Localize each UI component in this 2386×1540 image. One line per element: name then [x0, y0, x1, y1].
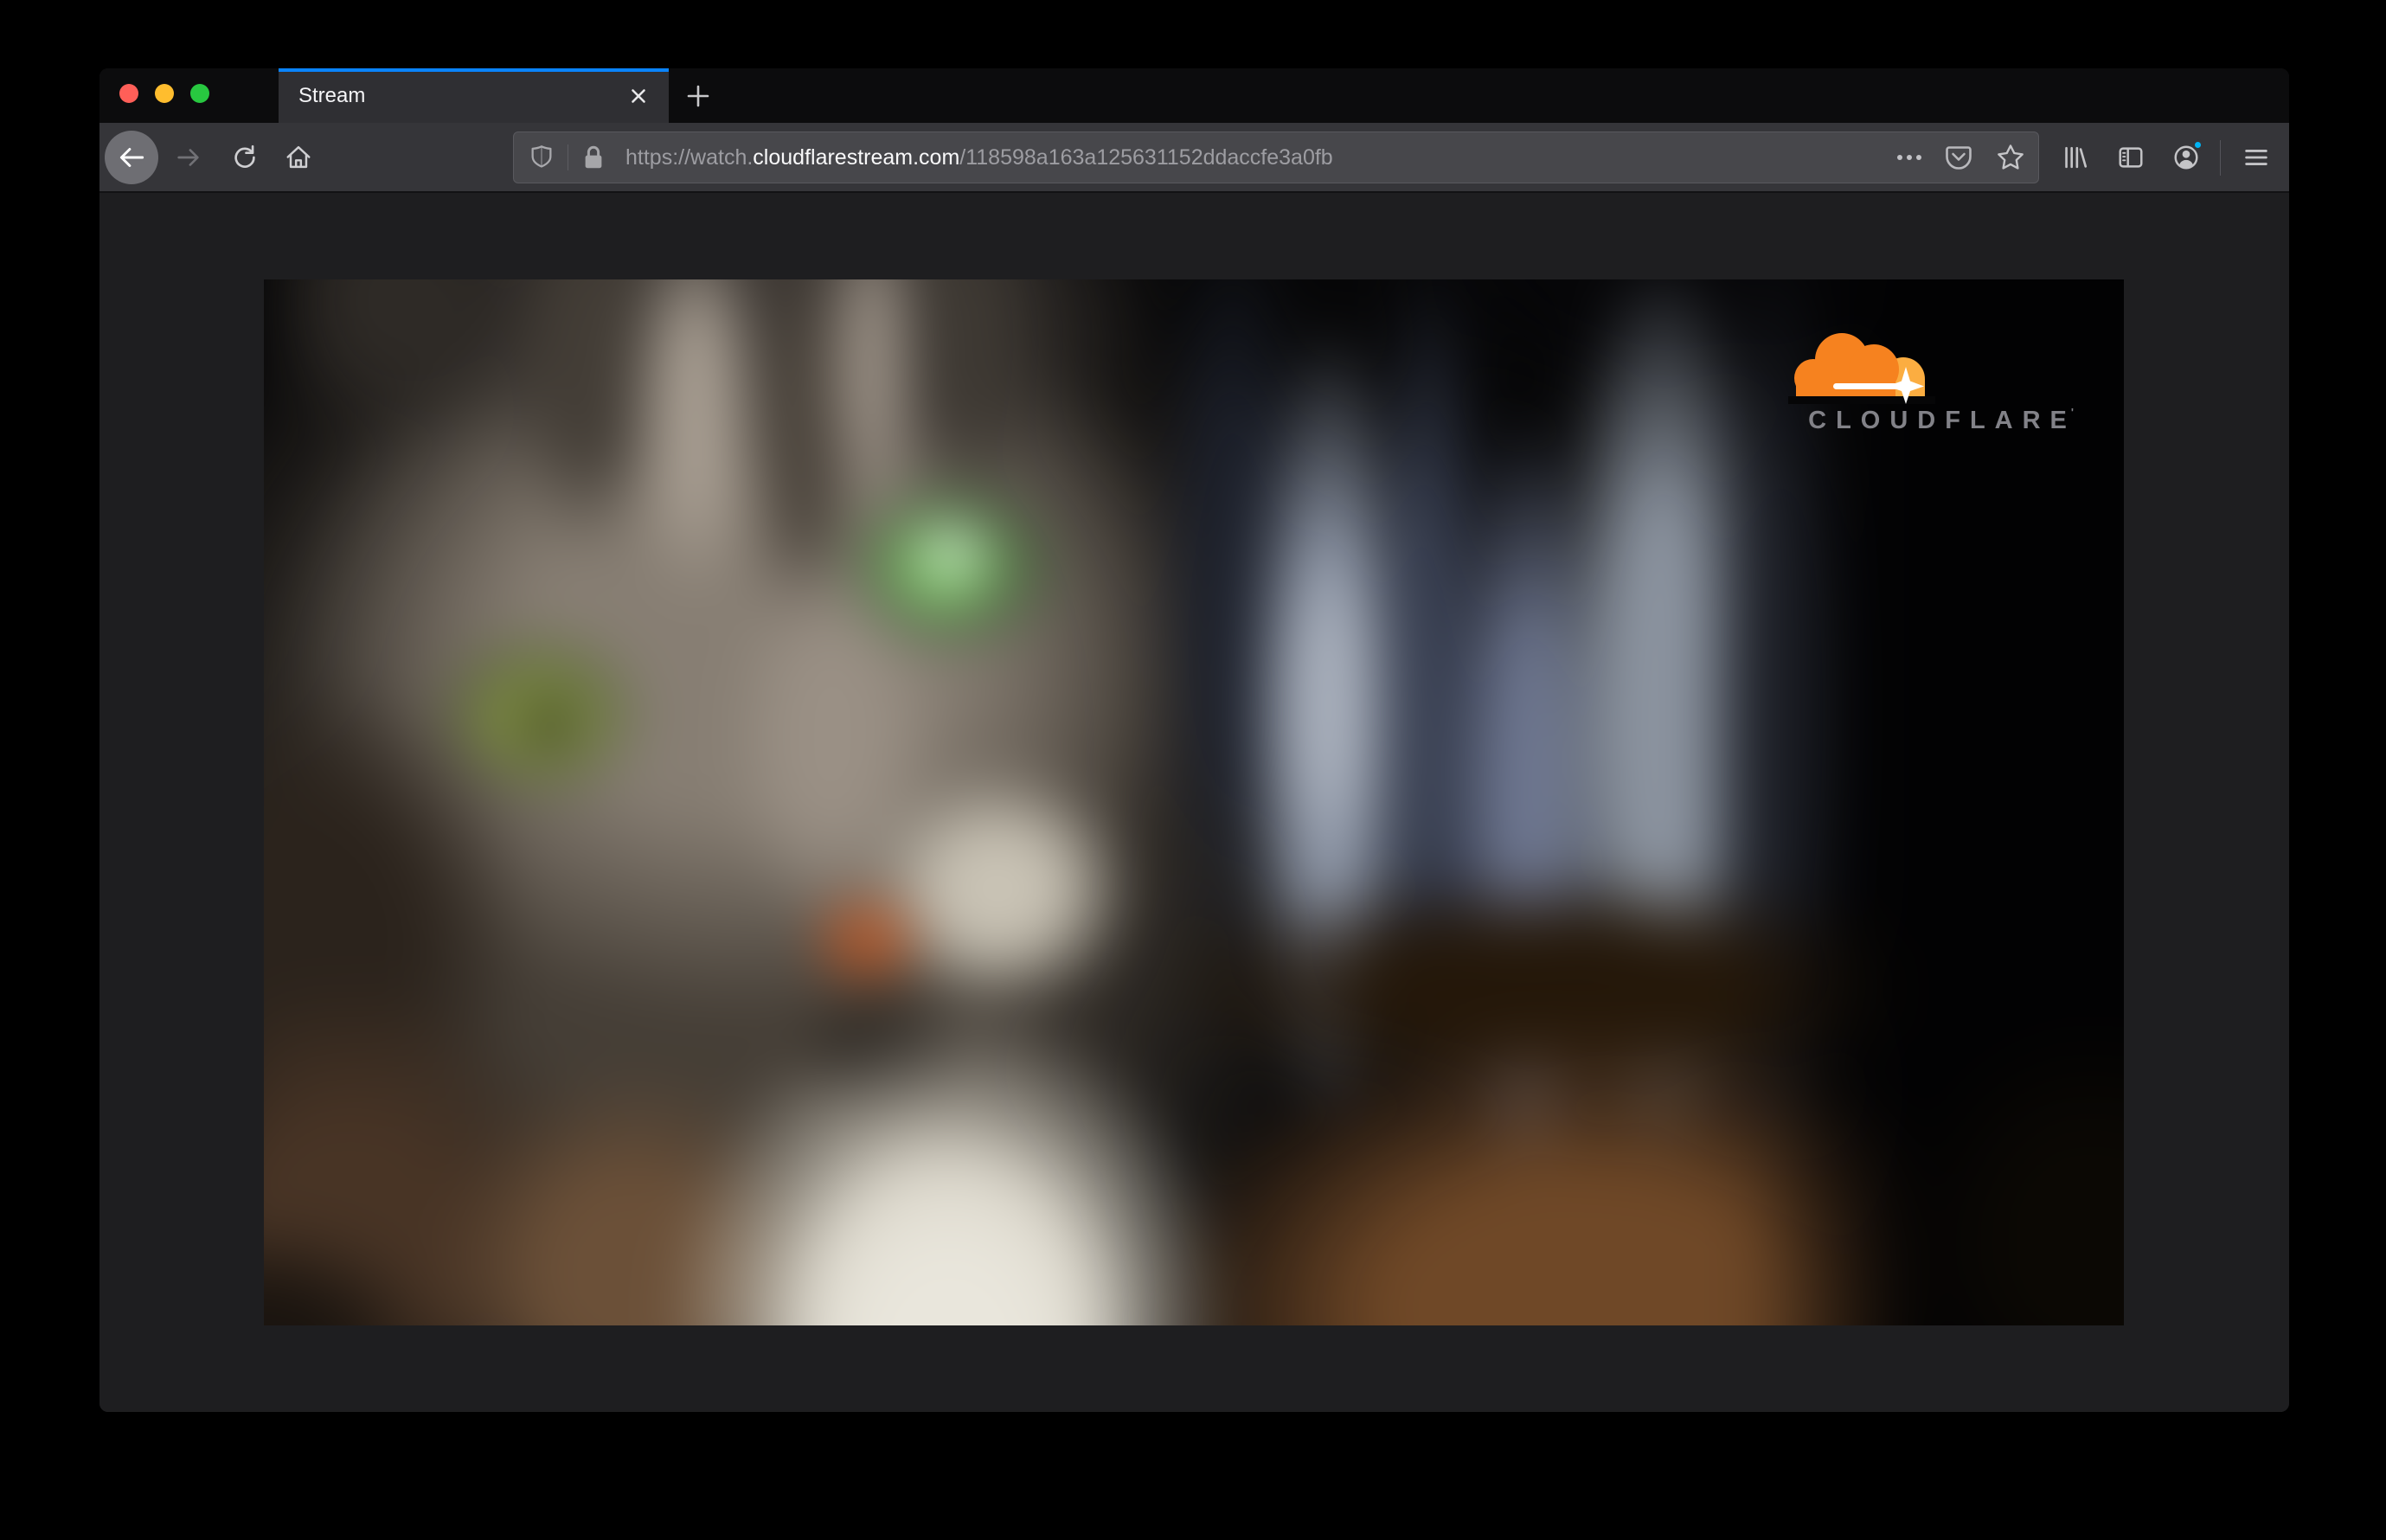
back-button[interactable]: [105, 131, 158, 184]
url-scheme-subdomain: https://watch.: [625, 144, 754, 170]
cloudflare-watermark: CLOUDFLARE': [1788, 330, 2074, 435]
zoom-window-button[interactable]: [190, 84, 209, 103]
plus-icon: [687, 85, 709, 107]
url-bar[interactable]: https://watch.cloudflarestream.com/11859…: [513, 132, 2039, 183]
reload-button[interactable]: [230, 143, 260, 172]
back-icon: [119, 148, 144, 167]
account-notification-dot: [2192, 139, 2203, 151]
pocket-icon[interactable]: [1943, 143, 1974, 172]
new-tab-button[interactable]: [682, 80, 715, 112]
home-button[interactable]: [284, 143, 313, 172]
active-tab-accent: [279, 68, 669, 72]
video-frame-cat: [264, 279, 2124, 1325]
hamburger-menu-icon: [2245, 150, 2267, 165]
url-path: /118598a163a125631152ddaccfe3a0fb: [959, 144, 1333, 170]
tab-title: Stream: [298, 83, 366, 107]
cloudflare-wordmark: CLOUDFLARE': [1808, 406, 2076, 434]
tracking-protection-shield-icon[interactable]: [528, 144, 555, 171]
close-window-button[interactable]: [119, 84, 138, 103]
toolbar-separator: [2220, 140, 2221, 176]
page-actions-icon[interactable]: [1896, 152, 1922, 163]
menu-button[interactable]: [2242, 143, 2271, 172]
reload-icon: [234, 144, 255, 168]
close-tab-icon[interactable]: [624, 81, 653, 111]
lock-icon: [585, 145, 602, 169]
home-icon: [286, 145, 311, 169]
forward-button[interactable]: [174, 143, 203, 172]
library-icon: [2065, 146, 2088, 169]
minimize-window-button[interactable]: [155, 84, 174, 103]
page-content: CLOUDFLARE': [99, 195, 2289, 1412]
bookmark-star-icon[interactable]: [1995, 142, 2026, 173]
forward-icon: [177, 149, 199, 166]
url-text[interactable]: https://watch.cloudflarestream.com/11859…: [625, 145, 1896, 170]
window-controls: [119, 84, 209, 103]
sidebar-toggle-button[interactable]: [2116, 143, 2145, 172]
video-player[interactable]: CLOUDFLARE': [264, 279, 2124, 1325]
sidebar-icon: [2119, 147, 2143, 168]
tab-stream[interactable]: Stream: [279, 68, 669, 123]
library-button[interactable]: [2060, 143, 2089, 172]
cloudflare-cloud-icon: [1788, 333, 1935, 404]
trademark-mark: ': [2070, 406, 2074, 419]
url-domain: cloudflarestream.com: [753, 144, 960, 170]
account-button[interactable]: [2171, 139, 2203, 172]
browser-window: Stream https://watch.cloudflarestream.co…: [99, 68, 2289, 1412]
tab-bar: Stream: [99, 68, 2289, 123]
navigation-toolbar: https://watch.cloudflarestream.com/11859…: [99, 123, 2289, 193]
